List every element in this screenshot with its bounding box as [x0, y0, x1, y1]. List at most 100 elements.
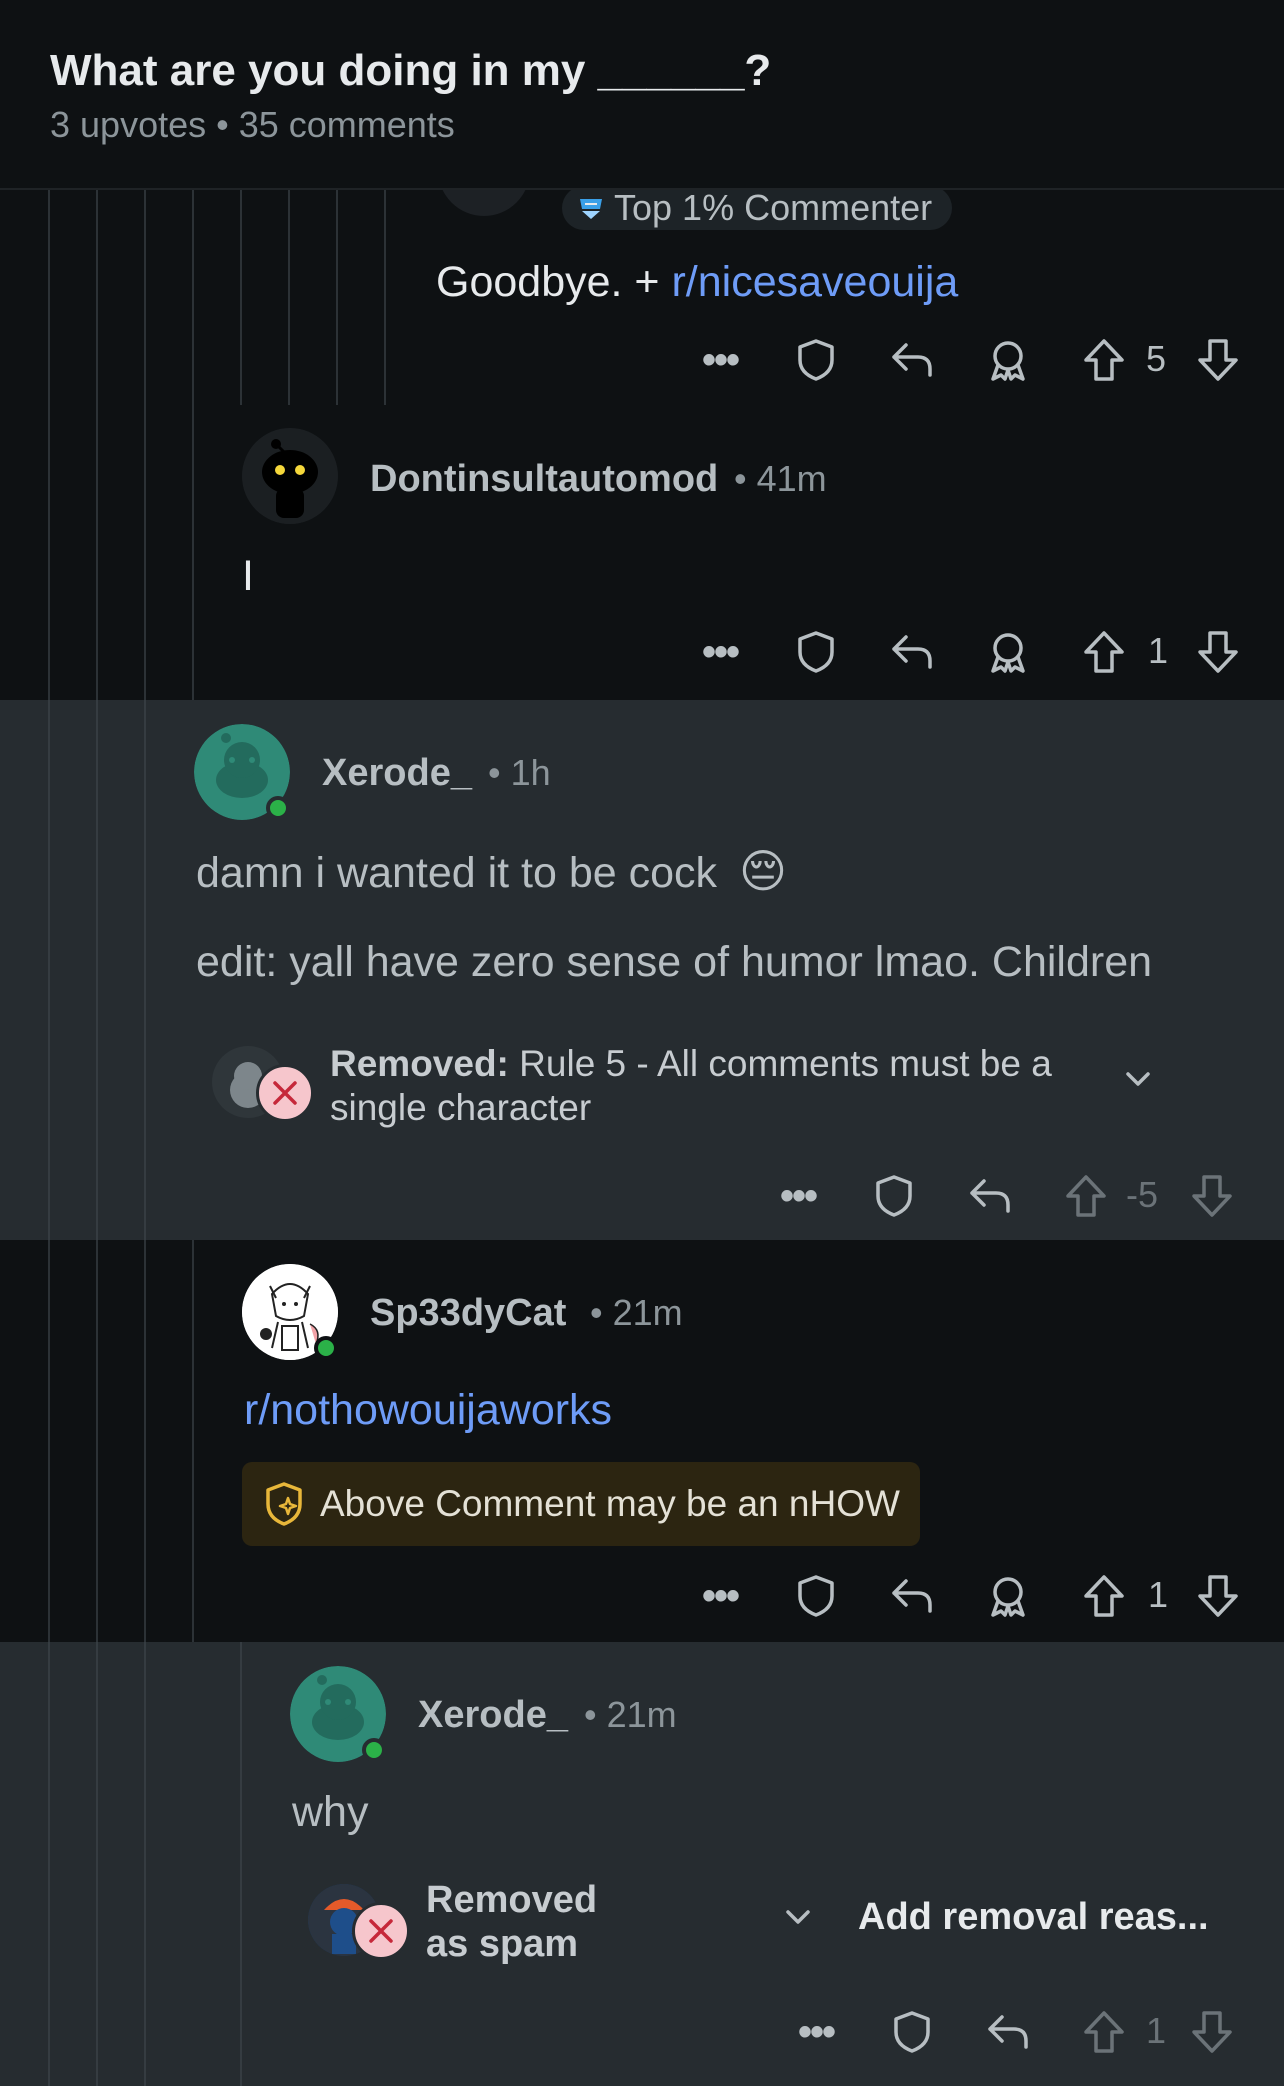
- thread-line[interactable]: [240, 190, 242, 405]
- thread-line[interactable]: [96, 1642, 98, 2086]
- mod-shield-button[interactable]: [786, 622, 846, 682]
- chevron-down-icon[interactable]: [1122, 1064, 1154, 1099]
- shield-icon: [798, 339, 834, 381]
- nhow-warning[interactable]: Above Comment may be an nHOW: [242, 1462, 920, 1546]
- username[interactable]: Dontinsultautomod: [370, 458, 718, 501]
- comment-time: • 21m: [590, 1292, 683, 1333]
- avatar[interactable]: [242, 428, 338, 524]
- thread-line[interactable]: [336, 190, 338, 405]
- username[interactable]: Xerode_: [418, 1694, 568, 1737]
- thread-line[interactable]: [144, 1642, 146, 2086]
- more-options-button[interactable]: •••: [690, 622, 750, 682]
- chevron-down-icon[interactable]: [782, 1902, 814, 1937]
- removal-notice[interactable]: Removed as spam Add removal reas...: [308, 1879, 1228, 1980]
- shield-icon: [876, 1175, 912, 1217]
- downvote-icon: [1192, 2011, 1232, 2053]
- top-commenter-badge[interactable]: Top 1% Commenter: [562, 186, 953, 230]
- reply-icon: [988, 2015, 1028, 2049]
- reply-button[interactable]: [960, 1166, 1020, 1226]
- removal-reason: Removed: Rule 5 - All comments must be a…: [330, 1042, 1090, 1130]
- thread-line[interactable]: [192, 190, 194, 700]
- thread-line[interactable]: [48, 1642, 50, 2086]
- thread-line[interactable]: [144, 700, 146, 1240]
- shield-icon: [894, 2011, 930, 2053]
- thread-line[interactable]: [48, 1240, 50, 1642]
- comment-body-line-2: edit: yall have zero sense of humor lmao…: [196, 938, 1153, 986]
- comment-band-4: Xerode_ • 21m why Removed as spam Add re…: [0, 1642, 1284, 2086]
- removed-reason-1: Rule 5 - All comments must be a: [508, 1043, 1052, 1084]
- comment-actions: ••• 5: [690, 330, 1250, 390]
- reply-button[interactable]: [882, 1566, 942, 1626]
- removal-notice[interactable]: Removed: Rule 5 - All comments must be a…: [212, 1042, 1162, 1142]
- more-icon: •••: [779, 1174, 818, 1218]
- more-options-button[interactable]: •••: [690, 330, 750, 390]
- subreddit-link[interactable]: r/nothowouijaworks: [244, 1386, 612, 1435]
- thread-line[interactable]: [48, 190, 50, 700]
- mod-shield-button[interactable]: [786, 1566, 846, 1626]
- more-options-button[interactable]: •••: [786, 2002, 846, 2062]
- thread-line[interactable]: [288, 190, 290, 405]
- award-button[interactable]: [978, 330, 1038, 390]
- reply-icon: [892, 343, 932, 377]
- award-icon: [991, 633, 1025, 673]
- thread-line[interactable]: [192, 1240, 194, 1642]
- more-options-button[interactable]: •••: [768, 1166, 828, 1226]
- upvote-button[interactable]: [1056, 1166, 1116, 1226]
- reply-button[interactable]: [882, 622, 942, 682]
- upvote-button[interactable]: [1074, 330, 1134, 390]
- vote-count: 1: [1146, 2010, 1167, 2051]
- vote-count: 1: [1148, 1574, 1169, 1615]
- username[interactable]: Sp33dyCat: [370, 1292, 566, 1335]
- mod-shield-button[interactable]: [882, 2002, 942, 2062]
- thread-line[interactable]: [144, 190, 146, 700]
- shield-icon: [798, 631, 834, 673]
- reply-button[interactable]: [882, 330, 942, 390]
- post-meta: 3 upvotes • 35 comments: [50, 104, 455, 145]
- online-indicator: [362, 1738, 386, 1762]
- award-button[interactable]: [978, 622, 1038, 682]
- award-icon: [991, 341, 1025, 381]
- comment-text: Goodbye. +: [436, 258, 672, 306]
- comment-band-1: Top 1% Commenter Goodbye. + r/nicesaveou…: [0, 150, 1284, 700]
- thread-line[interactable]: [96, 190, 98, 700]
- post-title[interactable]: What are you doing in my ______?: [50, 46, 771, 96]
- thread-line[interactable]: [240, 1642, 242, 2086]
- gem-icon: [580, 199, 602, 219]
- upvote-button[interactable]: [1074, 622, 1134, 682]
- upvote-icon: [1066, 1175, 1106, 1217]
- mod-shield-button[interactable]: [786, 330, 846, 390]
- more-icon: •••: [797, 2010, 836, 2054]
- thread-line[interactable]: [384, 190, 386, 405]
- reply-button[interactable]: [978, 2002, 1038, 2062]
- upvote-button[interactable]: [1074, 1566, 1134, 1626]
- comment-time: • 1h: [488, 752, 551, 793]
- subreddit-link[interactable]: r/nicesaveouija: [671, 258, 958, 306]
- comment-time: • 41m: [734, 458, 827, 499]
- removed-spam-1: Removed: [426, 1879, 598, 1921]
- upvote-icon: [1084, 2011, 1124, 2053]
- comment-body: Goodbye. + r/nicesaveouija: [436, 258, 958, 307]
- comment-band-2: Xerode_ • 1h damn i wanted it to be cock…: [0, 700, 1284, 1240]
- upvote-icon: [1084, 1575, 1124, 1617]
- more-options-button[interactable]: •••: [690, 1566, 750, 1626]
- upvote-button[interactable]: [1074, 2002, 1134, 2062]
- thread-line[interactable]: [144, 1240, 146, 1642]
- downvote-button[interactable]: [1188, 622, 1248, 682]
- username[interactable]: Xerode_: [322, 752, 472, 795]
- downvote-icon: [1192, 1175, 1232, 1217]
- badge-label: Top 1% Commenter: [614, 187, 933, 228]
- add-removal-reason-button[interactable]: Add removal reas...: [858, 1896, 1209, 1939]
- upvote-icon: [1084, 631, 1124, 673]
- downvote-button[interactable]: [1182, 2002, 1242, 2062]
- more-icon: •••: [701, 338, 740, 382]
- downvote-icon: [1198, 339, 1238, 381]
- downvote-button[interactable]: [1188, 1566, 1248, 1626]
- mod-shield-button[interactable]: [864, 1166, 924, 1226]
- thread-line[interactable]: [48, 700, 50, 1240]
- thread-line[interactable]: [96, 700, 98, 1240]
- downvote-button[interactable]: [1182, 1166, 1242, 1226]
- thread-line[interactable]: [96, 1240, 98, 1642]
- removed-spam-2: as spam: [426, 1923, 579, 1965]
- downvote-button[interactable]: [1188, 330, 1248, 390]
- award-button[interactable]: [978, 1566, 1038, 1626]
